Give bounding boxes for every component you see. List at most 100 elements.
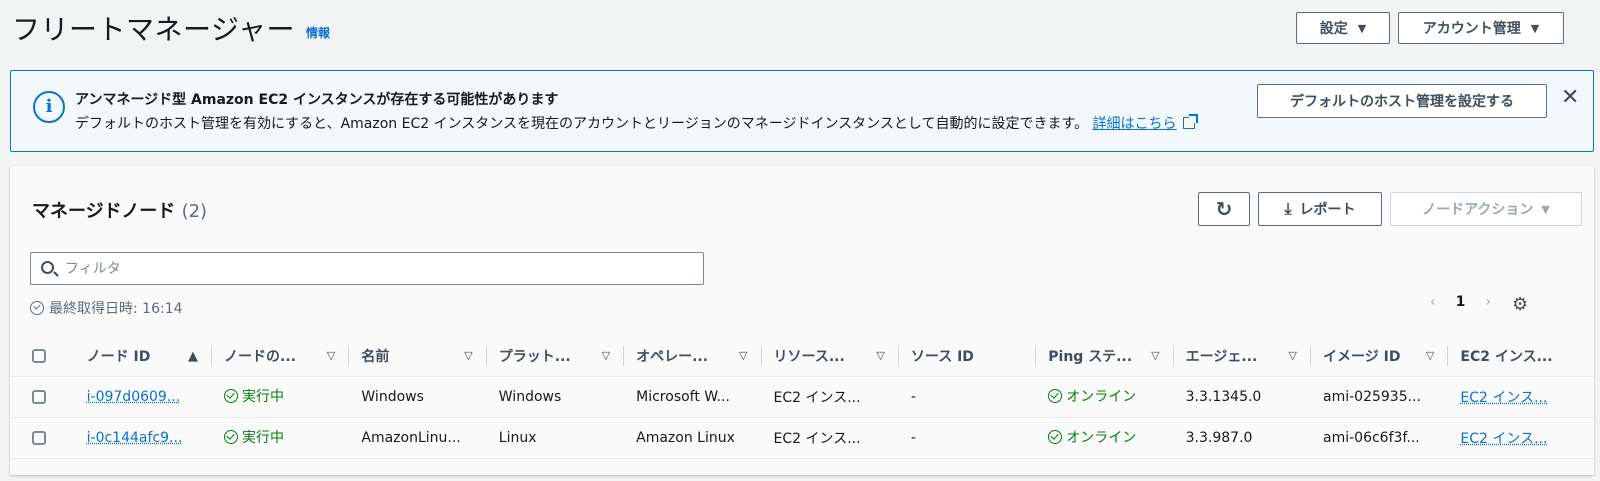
learn-more-link[interactable]: 詳細はこちら xyxy=(1092,114,1198,132)
ping-status-cell: オンライン xyxy=(1036,417,1174,459)
gear-icon[interactable]: ⚙ xyxy=(1512,294,1528,315)
previous-page-icon[interactable]: ‹ xyxy=(1430,294,1436,310)
flash-body-text: デフォルトのホスト管理を有効にすると、Amazon EC2 インスタンスを現在の… xyxy=(75,116,1089,132)
row-checkbox[interactable] xyxy=(32,389,46,404)
column-label: ノード ID xyxy=(86,348,151,365)
check-circle-icon xyxy=(1048,430,1063,444)
sort-icon: ▽ xyxy=(876,349,885,362)
learn-more-label: 詳細はこちら xyxy=(1092,116,1177,132)
row-select-cell xyxy=(10,417,75,459)
name-cell: AmazonLinu... xyxy=(349,417,487,459)
node-actions-button[interactable]: ノードアクション ▼ xyxy=(1390,192,1582,226)
status-text: オンライン xyxy=(1066,389,1137,405)
column-header[interactable]: エージェ... ▽ xyxy=(1173,336,1312,377)
sort-icon: ▽ xyxy=(601,349,611,362)
column-label: オペレー... xyxy=(636,348,709,365)
column-header[interactable]: Ping ステ... ▽ xyxy=(1036,336,1174,377)
source-id-cell: - xyxy=(898,417,1037,459)
agent-version-cell: 3.3.987.0 xyxy=(1173,417,1312,459)
node-state-cell: 実行中 xyxy=(212,376,350,418)
close-icon[interactable]: ✕ xyxy=(1561,85,1579,110)
row-select-cell xyxy=(10,376,75,418)
managed-nodes-title: マネージドノード (2) xyxy=(32,197,207,223)
sort-icon: ▽ xyxy=(739,349,748,362)
column-header[interactable]: ノードの... ▽ xyxy=(212,336,350,377)
image-id-cell: ami-025935... xyxy=(1311,376,1449,418)
column-header[interactable]: プラット... ▽ xyxy=(486,336,625,377)
column-header[interactable]: ノード ID ▲ xyxy=(74,336,213,377)
column-header[interactable]: EC2 インス... xyxy=(1448,336,1594,377)
agent-version-cell: 3.3.1345.0 xyxy=(1173,376,1312,418)
flash-title: アンマネージド型 Amazon EC2 インスタンスが存在する可能性があります xyxy=(75,92,559,108)
select-all-checkbox[interactable] xyxy=(32,348,46,363)
flash-banner: i アンマネージド型 Amazon EC2 インスタンスが存在する可能性がありま… xyxy=(10,70,1594,152)
table-row[interactable]: i-0c144afc9... 実行中 AmazonLinu... Linux A… xyxy=(10,417,1594,459)
status-online: オンライン xyxy=(1048,386,1136,406)
sort-icon: ▽ xyxy=(464,349,473,362)
column-label: EC2 インス... xyxy=(1460,348,1553,365)
report-button[interactable]: ⤓ レポート xyxy=(1258,192,1382,226)
last-fetched: 最終取得日時: 16:14 xyxy=(30,298,183,318)
node-count: (2) xyxy=(181,201,208,222)
next-page-icon[interactable]: › xyxy=(1485,294,1491,310)
info-icon: i xyxy=(33,91,65,123)
column-header[interactable]: ソース ID xyxy=(898,336,1037,377)
sort-icon: ▽ xyxy=(1151,349,1160,362)
refresh-button[interactable]: ↻ xyxy=(1198,192,1250,226)
ec2-instance-link[interactable]: EC2 インス... xyxy=(1460,431,1547,447)
ping-status-cell: オンライン xyxy=(1036,376,1174,418)
column-label: Ping ステ... xyxy=(1048,348,1133,365)
ec2-instance-cell: EC2 インス... xyxy=(1448,376,1594,418)
pagination: ‹ 1 › xyxy=(1430,294,1491,310)
column-header[interactable]: イメージ ID ▽ xyxy=(1311,336,1449,377)
resource-type-cell: EC2 インス... xyxy=(761,417,899,459)
column-label: ノードの... xyxy=(224,348,296,365)
sort-ascending-icon: ▲ xyxy=(188,349,199,364)
source-id-cell: - xyxy=(898,376,1037,418)
status-running: 実行中 xyxy=(224,427,284,447)
column-header[interactable]: 名前 ▽ xyxy=(349,336,487,377)
status-text: 実行中 xyxy=(242,389,285,405)
caret-down-icon: ▼ xyxy=(1530,21,1540,35)
node-id-link[interactable]: i-097d0609... xyxy=(87,389,181,405)
node-id-link[interactable]: i-0c144afc9... xyxy=(87,430,183,446)
sort-icon: ▽ xyxy=(326,349,336,362)
refresh-time-icon xyxy=(30,301,44,315)
settings-label: 設定 xyxy=(1319,21,1348,37)
table-row[interactable]: i-097d0609... 実行中 Windows Windows Micros… xyxy=(10,376,1594,418)
platform-cell: Windows xyxy=(486,376,625,418)
node-id-cell: i-0c144afc9... xyxy=(74,417,213,459)
node-id-cell: i-097d0609... xyxy=(74,376,213,418)
check-circle-icon xyxy=(224,430,239,444)
os-cell: Amazon Linux xyxy=(624,417,762,459)
managed-nodes-container: マネージドノード (2) ↻ ⤓ レポート ノードアクション ▼ 最終取得日時:… xyxy=(10,166,1594,475)
ec2-instance-link[interactable]: EC2 インス... xyxy=(1460,390,1547,406)
filter-input[interactable] xyxy=(65,255,685,282)
column-label: リソース... xyxy=(773,348,845,365)
row-checkbox[interactable] xyxy=(32,430,46,445)
column-label: イメージ ID xyxy=(1323,348,1401,365)
page-title: フリートマネージャー xyxy=(12,13,296,46)
column-header[interactable]: リソース... ▽ xyxy=(761,336,899,377)
status-text: 実行中 xyxy=(242,430,285,446)
caret-down-icon: ▼ xyxy=(1357,21,1367,35)
nodes-table: ノード ID ▲ ノードの... ▽ 名前 ▽ プラット... ▽ オペレー... ▽ リ… xyxy=(10,336,1594,459)
sort-icon: ▽ xyxy=(1288,349,1298,362)
column-header[interactable]: オペレー... ▽ xyxy=(624,336,762,377)
check-circle-icon xyxy=(1048,389,1063,403)
current-page[interactable]: 1 xyxy=(1456,294,1466,310)
image-id-cell: ami-06c6f3f... xyxy=(1311,417,1449,459)
flash-body: デフォルトのホスト管理を有効にすると、Amazon EC2 インスタンスを現在の… xyxy=(75,113,1198,133)
filter-field[interactable] xyxy=(30,252,704,285)
caret-down-icon: ▼ xyxy=(1541,202,1550,216)
download-icon: ⤓ xyxy=(1284,199,1292,218)
account-management-button[interactable]: アカウント管理 ▼ xyxy=(1398,12,1564,44)
external-link-icon xyxy=(1182,114,1198,129)
status-text: オンライン xyxy=(1066,430,1137,446)
settings-button[interactable]: 設定 ▼ xyxy=(1296,12,1390,44)
report-label: レポート xyxy=(1299,202,1356,218)
info-link[interactable]: 情報 xyxy=(306,24,330,41)
node-actions-label: ノードアクション xyxy=(1422,202,1534,218)
table-header-row: ノード ID ▲ ノードの... ▽ 名前 ▽ プラット... ▽ オペレー... ▽ リ… xyxy=(10,336,1594,377)
configure-default-host-management-button[interactable]: デフォルトのホスト管理を設定する xyxy=(1257,84,1547,118)
